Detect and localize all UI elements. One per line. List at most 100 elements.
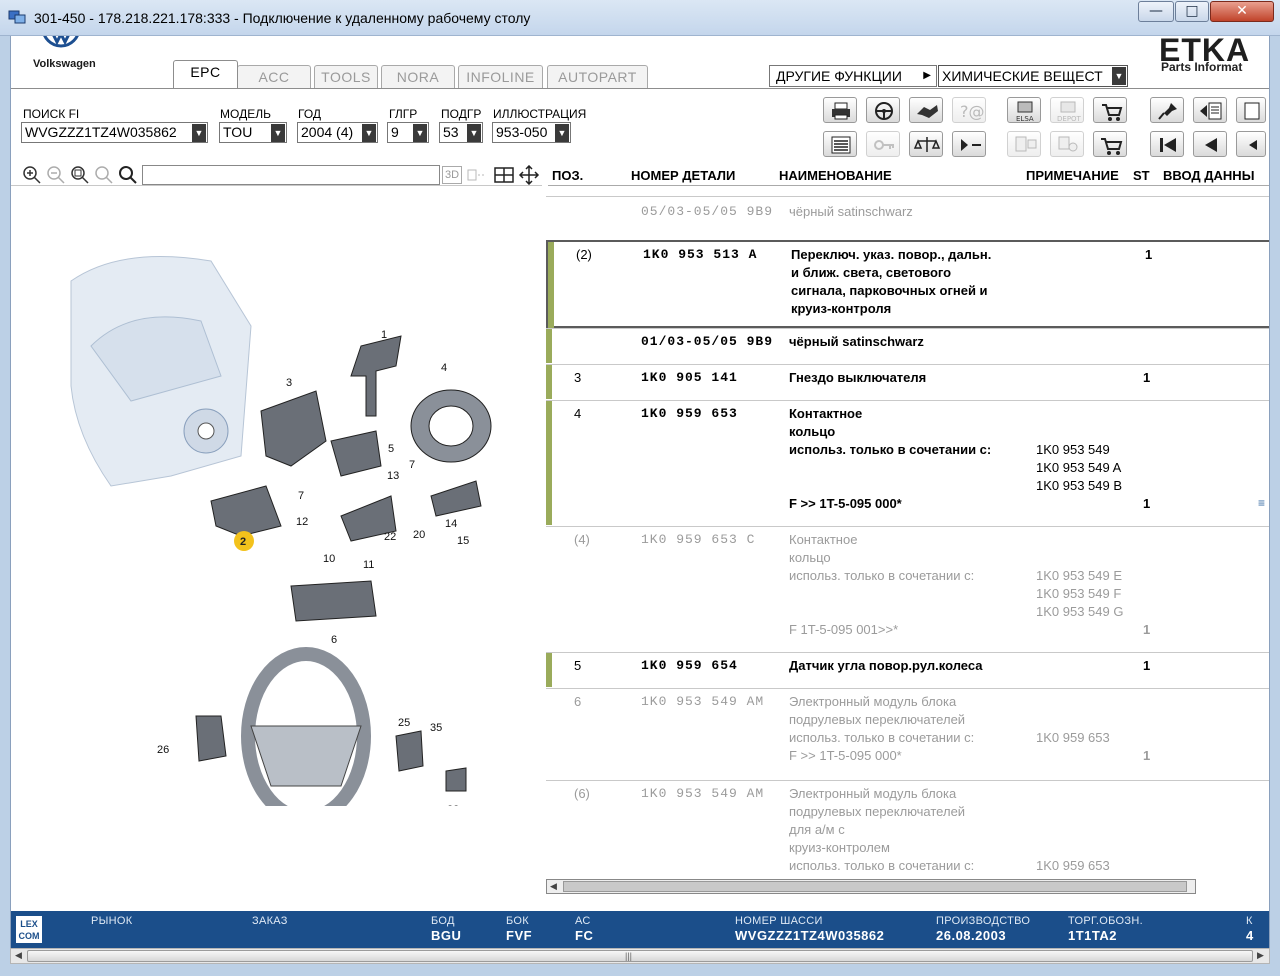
chevron-down-icon[interactable]: ▼ bbox=[271, 124, 285, 142]
print-button[interactable] bbox=[823, 97, 857, 123]
chevron-down-icon[interactable]: ▼ bbox=[1112, 67, 1126, 85]
hotspot-icon[interactable] bbox=[466, 165, 488, 185]
col-st[interactable]: ST bbox=[1133, 168, 1150, 183]
production-value: 26.08.2003 bbox=[936, 928, 1007, 943]
year-value: 2004 (4) bbox=[301, 124, 354, 140]
vw-brand-name: Volkswagen bbox=[33, 58, 96, 70]
tab-tools[interactable]: TOOLS bbox=[314, 65, 378, 88]
pc-user-icon bbox=[1058, 136, 1078, 152]
key-button[interactable] bbox=[866, 131, 900, 157]
pin-button[interactable] bbox=[1150, 97, 1184, 123]
model-value: TOU bbox=[223, 124, 253, 140]
chevron-down-icon[interactable]: ▼ bbox=[555, 124, 569, 142]
first-button[interactable] bbox=[1150, 131, 1184, 157]
model-select[interactable]: TOU ▼ bbox=[219, 122, 287, 143]
illustration-select[interactable]: 953-050 ▼ bbox=[492, 122, 571, 143]
3d-button[interactable]: 3D bbox=[442, 166, 462, 184]
title-bar[interactable]: 301-450 - 178.218.221.178:333 - Подключе… bbox=[0, 0, 1280, 36]
name-cell: Гнездо выключателя bbox=[789, 370, 927, 385]
page-button[interactable] bbox=[1236, 97, 1266, 123]
chevron-down-icon[interactable]: ▼ bbox=[192, 124, 206, 142]
cart-in-button[interactable] bbox=[1093, 97, 1127, 123]
pos-cell: 3 bbox=[574, 370, 582, 385]
main-group-select[interactable]: 9 ▼ bbox=[387, 122, 429, 143]
tab-nora[interactable]: NORA bbox=[381, 65, 455, 88]
table-row[interactable]: 5 1K0 959 654 Датчик угла повор.рул.колеса… bbox=[546, 652, 1269, 688]
zoom-in-icon[interactable] bbox=[21, 165, 43, 185]
elsa-button[interactable]: ELSA bbox=[1007, 97, 1041, 123]
play-minus-button[interactable] bbox=[952, 131, 986, 157]
layout-icon[interactable] bbox=[493, 165, 515, 185]
tab-autopart[interactable]: AUTOPART bbox=[547, 65, 648, 88]
col-entry[interactable]: ВВОД ДАННЫ bbox=[1163, 168, 1254, 183]
table-row[interactable]: (2) 1K0 953 513 A Переключ. указ. повор., … bbox=[546, 240, 1269, 328]
previous-button[interactable] bbox=[1193, 131, 1227, 157]
chemicals-select-value: ХИМИЧЕСКИЕ ВЕЩЕСТ bbox=[942, 68, 1103, 84]
trade-value: 1T1TA2 bbox=[1068, 928, 1117, 943]
depot-button[interactable]: DEPOT bbox=[1050, 97, 1084, 123]
table-row[interactable]: 4 1K0 959 653 Контактное кольцо использ. тол… bbox=[546, 400, 1269, 526]
zoom-fit-icon[interactable] bbox=[69, 165, 91, 185]
steering-button[interactable] bbox=[866, 97, 900, 123]
handshake-button[interactable] bbox=[909, 97, 943, 123]
zoom-out-icon[interactable] bbox=[45, 165, 67, 185]
col-name[interactable]: НАИМЕНОВАНИЕ bbox=[779, 168, 892, 183]
steering-wheel-drawing bbox=[241, 647, 371, 806]
chevron-down-icon[interactable]: ▼ bbox=[362, 124, 376, 142]
back-button[interactable] bbox=[1236, 131, 1266, 157]
table-horizontal-scrollbar[interactable]: ◀ bbox=[546, 879, 1196, 894]
scroll-left-icon[interactable]: ◀ bbox=[550, 881, 557, 892]
table-row[interactable]: (4) 1K0 959 653 C Контактное кольцо использ.… bbox=[546, 526, 1269, 652]
note-cell: 1K0 953 549 bbox=[1036, 442, 1110, 457]
previous-icon bbox=[1205, 138, 1217, 152]
chemicals-select[interactable]: ХИМИЧЕСКИЕ ВЕЩЕСТ ▼ bbox=[938, 65, 1128, 87]
parts-illustration[interactable]: 1 3 4 5 6 7 7 10 11 12 13 14 15 20 22 25… bbox=[51, 226, 531, 806]
maximize-button[interactable]: □ bbox=[1175, 1, 1209, 22]
etka-subtitle: Parts Informat bbox=[1161, 60, 1243, 74]
splitter-grip-icon[interactable]: ≡ bbox=[1258, 496, 1265, 510]
callout-label: 11 bbox=[363, 559, 374, 571]
callout-label: 14 bbox=[445, 518, 457, 530]
col-note[interactable]: ПРИМЕЧАНИЕ bbox=[1026, 168, 1119, 183]
scale-button[interactable] bbox=[909, 131, 943, 157]
chevron-down-icon[interactable]: ▼ bbox=[413, 124, 427, 142]
part-number-cell: 1K0 959 653 C bbox=[641, 532, 756, 547]
table-row[interactable]: (6) 1K0 953 549 AM Электронный модуль блок… bbox=[546, 780, 1269, 882]
scroll-left-icon[interactable]: ◀ bbox=[15, 950, 22, 961]
col-pos[interactable]: ПОЗ. bbox=[552, 168, 583, 183]
close-button[interactable]: ✕ bbox=[1210, 1, 1274, 22]
first-icon bbox=[1160, 138, 1176, 152]
cart-button[interactable] bbox=[1093, 131, 1127, 157]
move-icon[interactable] bbox=[518, 165, 540, 185]
pc-user-button[interactable] bbox=[1050, 131, 1084, 157]
vw-logo-icon bbox=[43, 36, 79, 48]
table-row[interactable]: 6 1K0 953 549 AM Электронный модуль блока п… bbox=[546, 688, 1269, 780]
tab-infoline[interactable]: INFOLINE bbox=[458, 65, 543, 88]
prev-page-button[interactable] bbox=[1193, 97, 1227, 123]
table-row[interactable]: 05/03-05/05 9B9 чёрный satinschwarz bbox=[546, 196, 1269, 240]
back-icon bbox=[1249, 140, 1257, 150]
window-horizontal-scrollbar[interactable]: ◀ ||| ▶ bbox=[10, 948, 1270, 964]
viewer-search-input[interactable] bbox=[142, 165, 440, 185]
name-cell: Контактное bbox=[789, 532, 858, 547]
zoom-percent-icon[interactable] bbox=[93, 165, 115, 185]
scrollbar-thumb[interactable]: ||| bbox=[27, 950, 1253, 962]
mail-button[interactable]: ?@ bbox=[952, 97, 986, 123]
col-part-number[interactable]: НОМЕР ДЕТАЛИ bbox=[631, 168, 735, 183]
year-select[interactable]: 2004 (4) ▼ bbox=[297, 122, 378, 143]
other-functions-menu[interactable]: ДРУГИЕ ФУНКЦИИ ▶ bbox=[769, 65, 937, 87]
sub-group-select[interactable]: 53 ▼ bbox=[439, 122, 483, 143]
tab-acc[interactable]: ACC bbox=[237, 65, 311, 88]
search-icon[interactable] bbox=[117, 165, 139, 185]
chevron-down-icon[interactable]: ▼ bbox=[467, 124, 481, 142]
search-fi-field[interactable]: WVGZZZ1TZ4W035862 ▼ bbox=[21, 122, 208, 143]
list-button[interactable] bbox=[823, 131, 857, 157]
pc-button[interactable] bbox=[1007, 131, 1041, 157]
scroll-right-icon[interactable]: ▶ bbox=[1257, 950, 1264, 961]
scrollbar-thumb[interactable] bbox=[563, 881, 1187, 892]
minimize-button[interactable]: — bbox=[1138, 1, 1174, 22]
table-row[interactable]: 01/03-05/05 9B9 чёрный satinschwarz bbox=[546, 328, 1269, 364]
table-row[interactable]: 3 1K0 905 141 Гнездо выключателя 1 bbox=[546, 364, 1269, 400]
callout-label: 3 bbox=[286, 377, 292, 389]
tab-epc[interactable]: EPC bbox=[173, 60, 238, 88]
